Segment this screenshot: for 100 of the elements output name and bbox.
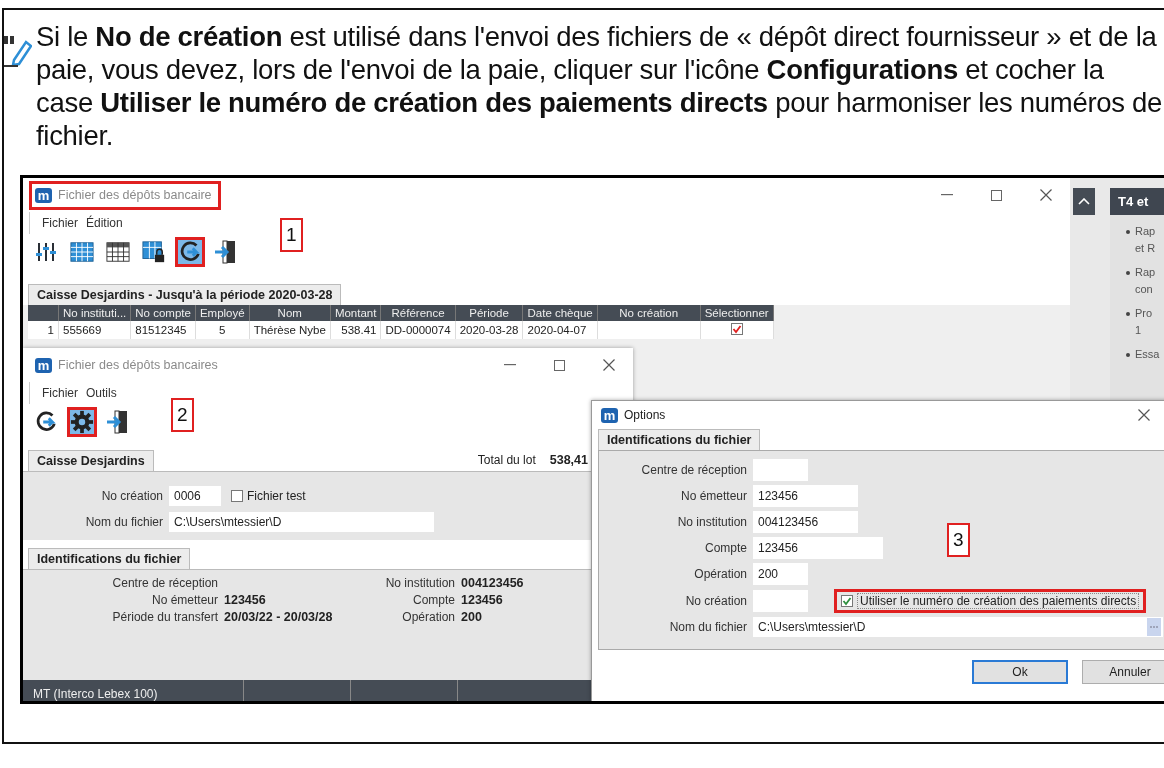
column-header[interactable]: No compte [130, 305, 196, 321]
section-tab[interactable]: Identifications du fichier [28, 548, 191, 569]
panel-list-item[interactable]: et R [1135, 240, 1156, 257]
minimize-icon[interactable] [504, 364, 516, 366]
info-label: No institution [384, 576, 455, 590]
input-field[interactable]: 123456 [753, 485, 858, 507]
input-field[interactable]: 0006 [169, 486, 221, 506]
window-title: Fichier des dépôts bancaires [58, 358, 218, 372]
section-tab[interactable]: Identifications du fichier [598, 429, 761, 450]
panel-list-item[interactable]: Essa [1135, 346, 1160, 363]
column-header[interactable]: Montant [330, 305, 381, 321]
info-value: 004123456 [461, 576, 525, 590]
close-icon[interactable] [1138, 409, 1150, 421]
panel-list-item[interactable]: 1 [1135, 322, 1153, 339]
table-cell: 81512345 [130, 321, 196, 339]
input-field[interactable]: 200 [753, 563, 808, 585]
info-label: No émetteur [150, 593, 218, 607]
info-label: Opération [401, 610, 455, 624]
dialog-button[interactable]: Annuler [1082, 660, 1164, 684]
exit-icon [214, 239, 238, 265]
file-field[interactable]: C:\Users\mtessier\D [753, 617, 1163, 637]
panel-list-item[interactable]: Rap [1135, 223, 1156, 240]
column-header[interactable]: Date chèque [523, 305, 598, 321]
info-value: 20/03/22 - 20/03/28 [224, 610, 334, 624]
menu-item[interactable]: Édition [86, 216, 123, 230]
checkbox[interactable] [841, 595, 853, 607]
table-cell: 2020-04-07 [523, 321, 598, 339]
row-number: 1 [28, 321, 59, 339]
column-header[interactable]: No instituti... [58, 305, 131, 321]
panel-list-item[interactable]: Rap [1135, 264, 1156, 281]
sliders-icon [35, 241, 57, 263]
column-header[interactable]: Référence [380, 305, 456, 321]
dialog-button[interactable]: Ok [972, 660, 1068, 684]
total-value: 538,41 [549, 453, 588, 467]
maximize-icon[interactable] [991, 189, 1002, 201]
table-cell: 5 [195, 321, 250, 339]
table-cell: 555669 [58, 321, 131, 339]
panel-list-item[interactable]: con [1135, 281, 1156, 298]
input-field[interactable]: C:\Users\mtessier\D [169, 512, 434, 532]
exit-icon [106, 409, 130, 435]
menu-item[interactable]: Outils [86, 386, 117, 400]
column-header[interactable]: Sélectionner [700, 305, 774, 321]
column-header[interactable]: Nom [249, 305, 331, 321]
column-header[interactable]: Période [455, 305, 523, 321]
step-callout: 2 [171, 398, 194, 432]
info-label: Période du transfert [111, 610, 218, 624]
checkbox[interactable] [730, 323, 743, 335]
column-header[interactable]: No création [597, 305, 701, 321]
field-label: No institution [676, 515, 747, 529]
maximize-icon[interactable] [554, 359, 565, 371]
toolbar-button[interactable] [67, 407, 97, 437]
field-label: Centre de réception [640, 463, 747, 477]
info-label: Centre de réception [111, 576, 218, 590]
window-title: Fichier des dépôts bancaire [58, 188, 212, 202]
menu-item[interactable]: Fichier [42, 216, 78, 230]
field-label: No émetteur [679, 489, 747, 503]
section-tab[interactable]: Caisse Desjardins [28, 450, 154, 471]
settings-icon [70, 409, 94, 435]
checkbox-label[interactable]: Fichier test [247, 489, 306, 503]
bullet-icon [1126, 230, 1130, 234]
checkbox-label[interactable]: Utiliser le numéro de création des paiements directs [857, 593, 1140, 609]
minimize-icon[interactable] [941, 194, 953, 196]
step-callout: 3 [947, 523, 970, 557]
table-cell: DD-0000074 [380, 321, 456, 339]
grid-icon [70, 241, 94, 263]
close-icon[interactable] [603, 359, 615, 371]
input-field[interactable]: 123456 [753, 537, 883, 559]
checkbox[interactable] [231, 490, 243, 502]
column-header[interactable]: Employé [195, 305, 250, 321]
field-label: Compte [703, 541, 747, 555]
close-icon[interactable] [1040, 189, 1052, 201]
panel-heading: T4 et [1110, 188, 1164, 215]
app-logo: m [601, 407, 618, 423]
table-cell: 2020-03-28 [455, 321, 523, 339]
table-cell: Thérèse Nybe [249, 321, 331, 339]
note-pencil-icon [4, 34, 32, 68]
toolbar-button[interactable] [175, 237, 205, 267]
note-paragraph: Si le No de création est utilisé dans l'envoi des fichiers de « dépôt direct fournisseur » et de la paie, vous devez, lors de l'envoi de la paie, cliquer sur l'icône Configurations et cocher la case Utiliser le numéro de création des paiements directs pour harmoniser les numéros de fichier. [36, 20, 1164, 152]
info-value: 123456 [461, 593, 504, 607]
field-label: No création [684, 594, 747, 608]
bullet-icon [1126, 353, 1130, 357]
input-field[interactable]: 004123456 [753, 511, 858, 533]
section-tab[interactable]: Caisse Desjardins - Jusqu'à la période 2020-03-28 [28, 284, 342, 305]
step-callout: 1 [280, 218, 303, 252]
chevron-up-icon [1078, 198, 1090, 205]
bullet-icon [1126, 312, 1130, 316]
field-label: No création [100, 489, 163, 503]
app-logo: m [35, 187, 52, 203]
bullet-icon [1126, 271, 1130, 275]
input-field[interactable] [753, 590, 808, 612]
field-label: Nom du fichier [668, 620, 747, 634]
grid-icon [106, 241, 130, 263]
scroll-up-button[interactable] [1073, 188, 1095, 215]
total-label: Total du lot [477, 453, 536, 467]
field-label: Opération [693, 567, 747, 581]
input-field[interactable] [753, 459, 808, 481]
field-label: Nom du fichier [84, 515, 163, 529]
menu-item[interactable]: Fichier [42, 386, 78, 400]
panel-list-item[interactable]: Pro [1135, 305, 1153, 322]
row-header-corner [28, 305, 59, 321]
